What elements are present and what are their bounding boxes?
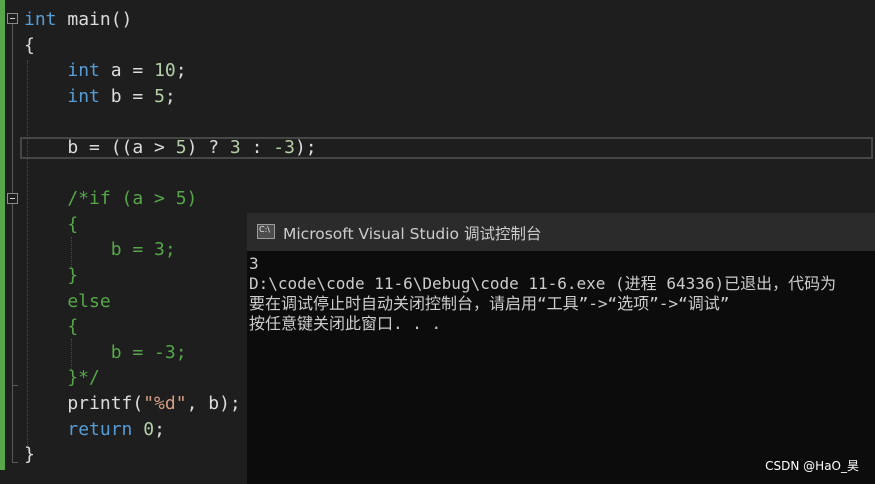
code-token: }*/ [24, 367, 100, 389]
code-line[interactable]: int main() [24, 8, 132, 32]
code-line[interactable]: /*if (a > 5) [24, 187, 197, 211]
code-line[interactable]: b = -3; [24, 341, 187, 365]
code-token: main() [56, 9, 133, 30]
code-token: return [67, 418, 133, 440]
code-token: ; [164, 85, 176, 107]
watermark: CSDN @HaO_昊 [765, 459, 859, 473]
console-app-icon: C:\ [257, 224, 275, 239]
code-token: b = [99, 85, 155, 107]
code-line[interactable]: { [24, 213, 78, 237]
code-token: else [24, 290, 111, 312]
code-token: { [24, 213, 79, 235]
code-token: 10 [154, 60, 176, 82]
console-output-line: 3 [249, 254, 259, 273]
console-output-line: 要在调试停止时自动关闭控制台，请启用“工具”->“选项”->“调试” [249, 294, 730, 313]
code-line[interactable]: b = 3; [24, 238, 176, 262]
code-line[interactable]: { [24, 34, 35, 58]
code-token: -3 [273, 137, 295, 158]
code-token: /*if (a > 5) [24, 188, 198, 210]
console-output-line: D:\code\code 11-6\Debug\code 11-6.exe (进… [249, 274, 837, 293]
code-token: b = -3; [24, 341, 187, 363]
code-token: 5 [175, 137, 187, 158]
code-token: int [24, 9, 57, 30]
fold-outline [12, 22, 13, 462]
code-token: ; [175, 60, 187, 82]
code-token: ); [294, 137, 317, 158]
code-line[interactable]: int b = 5; [24, 85, 176, 109]
code-line[interactable]: printf("%d", b); [24, 392, 241, 416]
console-title: Microsoft Visual Studio 调试控制台 [283, 225, 542, 243]
code-token: 0 [143, 418, 155, 440]
code-token: ; [154, 418, 165, 440]
debug-console-window[interactable]: C:\ Microsoft Visual Studio 调试控制台 3 D:\c… [247, 213, 875, 484]
collapse-main-icon[interactable] [7, 13, 18, 24]
console-title-bar[interactable]: C:\ Microsoft Visual Studio 调试控制台 [247, 213, 875, 251]
code-token: "%d" [143, 393, 187, 414]
console-icon-label: C:\ [259, 225, 270, 234]
code-token: printf( [24, 393, 144, 414]
code-token: 3 [229, 137, 241, 158]
code-line[interactable]: }*/ [24, 366, 100, 390]
code-token: } [24, 265, 79, 286]
code-token: b = ((a > [24, 137, 176, 158]
code-token: ) ? [186, 137, 230, 158]
code-token: { [24, 316, 79, 338]
code-line[interactable]: } [24, 443, 35, 467]
code-token: a = [99, 60, 155, 82]
code-token: int [67, 85, 100, 107]
code-token: 5 [154, 85, 165, 107]
code-token: } [24, 444, 35, 466]
code-token: int [67, 60, 100, 82]
code-line[interactable]: else [24, 290, 111, 314]
code-line[interactable]: } [24, 264, 78, 288]
console-output-line: 按任意键关闭此窗口. . . [249, 314, 442, 333]
code-token: b = 3; [24, 239, 176, 261]
code-line[interactable]: { [24, 315, 78, 339]
code-line[interactable]: b = ((a > 5) ? 3 : -3); [24, 136, 317, 160]
fold-end-marker [12, 385, 18, 386]
change-margin-bar [0, 0, 5, 470]
fold-end-marker [12, 462, 18, 463]
code-token: { [24, 34, 35, 56]
code-line[interactable]: return 0; [24, 418, 165, 442]
collapse-comment-icon[interactable] [7, 193, 18, 204]
code-line[interactable]: int a = 10; [24, 59, 187, 83]
code-token: , b); [186, 393, 241, 414]
code-token: : [240, 137, 274, 158]
